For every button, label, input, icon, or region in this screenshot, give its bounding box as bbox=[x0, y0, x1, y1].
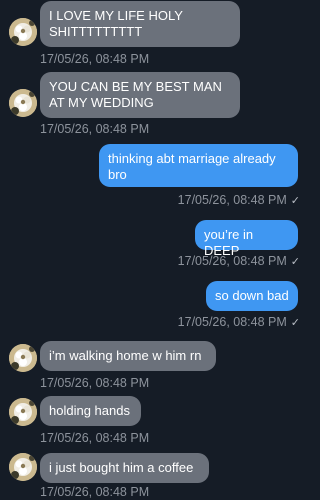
timestamp-text: 17/05/26, 08:48 PM bbox=[177, 254, 287, 268]
message-timestamp: 17/05/26, 08:48 PM bbox=[40, 52, 150, 66]
message-bubble[interactable]: i’m walking home w him rn bbox=[40, 341, 216, 371]
flower-avatar-icon bbox=[9, 89, 37, 117]
message-bubble[interactable]: i just bought him a coffee bbox=[40, 453, 209, 483]
checkmark-icon: ✓ bbox=[290, 317, 300, 329]
flower-avatar-icon bbox=[9, 453, 37, 481]
flower-avatar-icon bbox=[9, 18, 37, 46]
message-timestamp: 17/05/26, 08:48 PM ✓ bbox=[178, 254, 300, 269]
message-timestamp: 17/05/26, 08:48 PM ✓ bbox=[178, 193, 300, 208]
timestamp-text: 17/05/26, 08:48 PM bbox=[177, 193, 287, 207]
avatar[interactable] bbox=[9, 89, 37, 117]
timestamp-text: 17/05/26, 08:48 PM bbox=[177, 315, 287, 329]
checkmark-icon: ✓ bbox=[290, 195, 300, 207]
avatar[interactable] bbox=[9, 344, 37, 372]
avatar[interactable] bbox=[9, 18, 37, 46]
checkmark-icon: ✓ bbox=[290, 256, 300, 268]
flower-avatar-icon bbox=[9, 344, 37, 372]
chat-thread: I LOVE MY LIFE HOLY SHITTTTTTTTT 17/05/2… bbox=[0, 0, 308, 500]
avatar[interactable] bbox=[9, 398, 37, 426]
message-bubble[interactable]: YOU CAN BE MY BEST MAN AT MY WEDDING bbox=[40, 72, 240, 118]
message-timestamp: 17/05/26, 08:48 PM bbox=[40, 122, 150, 136]
message-timestamp: 17/05/26, 08:48 PM ✓ bbox=[178, 315, 300, 330]
flower-avatar-icon bbox=[9, 398, 37, 426]
avatar[interactable] bbox=[9, 453, 37, 481]
message-bubble[interactable]: holding hands bbox=[40, 396, 141, 426]
message-timestamp: 17/05/26, 08:48 PM bbox=[40, 376, 150, 390]
message-bubble[interactable]: I LOVE MY LIFE HOLY SHITTTTTTTTT bbox=[40, 1, 240, 47]
message-bubble[interactable]: you’re in DEEP bbox=[195, 220, 298, 258]
message-bubble[interactable]: thinking abt marriage already bro bbox=[99, 144, 298, 187]
message-timestamp: 17/05/26, 08:48 PM bbox=[40, 485, 150, 499]
message-bubble[interactable]: so down bad bbox=[206, 281, 298, 311]
message-timestamp: 17/05/26, 08:48 PM bbox=[40, 431, 150, 445]
